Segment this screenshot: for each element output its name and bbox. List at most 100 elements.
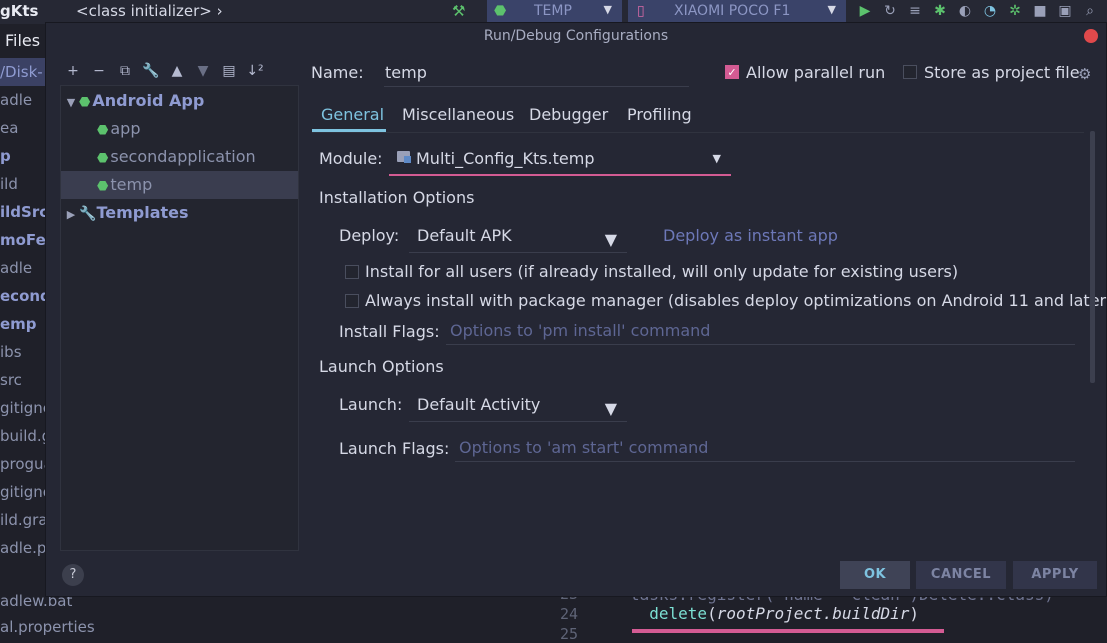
tree-line[interactable]: adle [0, 254, 48, 282]
cancel-button[interactable]: CANCEL [916, 561, 1006, 589]
debug-icon[interactable]: ✱ [931, 3, 949, 19]
apply-changes-icon[interactable]: ≡ [906, 3, 924, 19]
launch-flags-input[interactable]: Options to 'am start' command [455, 436, 1075, 462]
tree-line[interactable]: ildSrc [0, 198, 48, 226]
group-label: Android App [92, 91, 205, 110]
add-icon[interactable]: + [62, 61, 84, 81]
tab-debugger[interactable]: Debugger [529, 105, 608, 124]
tree-item-secondapplication[interactable]: ⬣ secondapplication [97, 143, 256, 171]
gear-icon[interactable]: ⚙ [1078, 65, 1091, 83]
chevron-down-icon[interactable]: ▼ [63, 89, 79, 117]
store-project-file-checkbox[interactable] [903, 65, 917, 79]
android-icon: ⬣ [97, 123, 109, 138]
config-tabs: General Miscellaneous Debugger Profiling [312, 99, 1084, 133]
close-icon[interactable] [1084, 29, 1098, 43]
new-folder-icon[interactable]: ▤ [218, 61, 240, 81]
tree-line[interactable]: /Disk- [0, 58, 48, 86]
tab-miscellaneous[interactable]: Miscellaneous [402, 105, 514, 124]
deploy-select[interactable]: Default APK ▼ [409, 220, 627, 253]
tree-line[interactable]: adle [0, 86, 48, 114]
tree-line[interactable]: ild [0, 170, 48, 198]
wrench-icon[interactable]: 🔧 [140, 61, 162, 81]
project-name[interactable]: gKts [0, 2, 38, 20]
rerun-icon[interactable]: ↻ [881, 3, 899, 19]
tree-line[interactable]: progua [0, 450, 48, 478]
android-icon: ⬣ [97, 151, 109, 166]
name-field[interactable]: temp [384, 59, 689, 87]
module-icon [397, 151, 411, 163]
move-down-icon[interactable]: ▼ [192, 61, 214, 81]
launch-select[interactable]: Default Activity ▼ [409, 389, 627, 422]
launch-options-heading: Launch Options [319, 357, 444, 376]
search-icon[interactable]: ⌕ [1081, 3, 1099, 19]
scrollbar[interactable] [1090, 131, 1095, 383]
code-editor[interactable]: 23 tasks.register("name" "clean")Delete:… [552, 585, 1107, 643]
tree-item-app[interactable]: ⬣ app [97, 115, 140, 143]
chevron-down-icon: ▼ [604, 230, 617, 249]
run-icon[interactable]: ▶ [856, 3, 874, 19]
move-up-icon[interactable]: ▲ [166, 61, 188, 81]
tree-line[interactable]: gitignore [0, 478, 48, 506]
tree-line[interactable]: gitignc [0, 394, 48, 422]
tab-profiling[interactable]: Profiling [627, 105, 692, 124]
group-label: Templates [96, 203, 189, 222]
install-flags-input[interactable]: Options to 'pm install' command [446, 319, 1075, 345]
line-number: 24 [560, 605, 579, 623]
always-install-pm-label: Always install with package manager (dis… [365, 291, 1107, 310]
tree-toolbar: + − ⧉ 🔧 ▲ ▼ ▤ ↓² [62, 61, 266, 81]
build-hammer-icon[interactable]: ⚒ [452, 2, 465, 20]
remove-icon[interactable]: − [88, 61, 110, 81]
deploy-label: Deploy: [339, 226, 400, 245]
config-tree: ▼ ⬣ Android App ⬣ app ⬣ secondapplication ⬣ t… [60, 85, 299, 551]
apply-button[interactable]: APPLY [1013, 561, 1097, 589]
tree-line[interactable]: moFe [0, 226, 48, 254]
tree-line[interactable]: ild.gra [0, 506, 48, 534]
android-icon: ⬣ [79, 95, 91, 110]
run-debug-dialog: Run/Debug Configurations + − ⧉ 🔧 ▲ ▼ ▤ ↓… [45, 22, 1107, 597]
tree-line[interactable]: build.g [0, 422, 48, 450]
tree-line[interactable]: emp [0, 310, 48, 338]
launch-label: Launch: [339, 395, 403, 414]
deploy-instant-app-link[interactable]: Deploy as instant app [663, 226, 838, 245]
module-label: Module: [319, 149, 383, 168]
chevron-down-icon: ▼ [603, 3, 612, 16]
tree-line[interactable]: al.properties [0, 618, 95, 636]
stop-icon[interactable]: ■ [1031, 3, 1049, 19]
module-select[interactable]: Multi_Config_Kts.temp ▼ [389, 143, 731, 176]
tree-line[interactable]: src [0, 366, 48, 394]
attach-debugger-icon[interactable]: ✲ [1006, 3, 1024, 19]
run-config-combo[interactable]: ⬣ TEMP ▼ [487, 0, 622, 24]
coverage-icon[interactable]: ◐ [956, 3, 974, 19]
launch-value: Default Activity [417, 395, 541, 414]
tree-line[interactable]: ea [0, 114, 48, 142]
tree-line[interactable]: ibs [0, 338, 48, 366]
chevron-right-icon[interactable]: ▶ [63, 201, 79, 229]
ok-button[interactable]: OK [840, 561, 910, 589]
launch-flags-placeholder: Options to 'am start' command [459, 438, 709, 457]
tree-line[interactable]: adle.pr [0, 534, 48, 562]
install-all-users-checkbox[interactable] [345, 265, 359, 279]
tree-line[interactable]: p [0, 142, 48, 170]
breadcrumb[interactable]: <class initializer> › [76, 2, 223, 20]
device-combo[interactable]: ▯ XIAOMI POCO F1 ▼ [628, 0, 846, 24]
help-icon[interactable]: ? [62, 564, 84, 586]
wrench-icon: 🔧 [79, 206, 97, 222]
store-project-file-label: Store as project file [924, 63, 1080, 82]
tree-group-android-app[interactable]: ▼ ⬣ Android App [63, 87, 205, 117]
always-install-pm-checkbox[interactable] [345, 294, 359, 308]
deploy-value: Default APK [417, 226, 512, 245]
project-structure-icon[interactable]: ▣ [1056, 3, 1074, 19]
code-line: delete(rootProject.buildDir) [649, 604, 919, 623]
line-number: 25 [560, 625, 579, 643]
copy-icon[interactable]: ⧉ [114, 61, 136, 81]
files-tab[interactable]: Files [5, 31, 40, 50]
install-flags-label: Install Flags: [339, 322, 440, 341]
allow-parallel-checkbox[interactable]: ✓ [725, 65, 739, 79]
profile-icon[interactable]: ◔ [981, 3, 999, 19]
sort-icon[interactable]: ↓² [244, 61, 266, 81]
tab-general[interactable]: General [321, 105, 384, 124]
tree-line[interactable]: econda [0, 282, 48, 310]
tree-item-temp[interactable]: ⬣ temp [61, 171, 298, 199]
editor-highlight [632, 629, 944, 633]
tree-group-templates[interactable]: ▶ 🔧Templates [63, 199, 189, 227]
